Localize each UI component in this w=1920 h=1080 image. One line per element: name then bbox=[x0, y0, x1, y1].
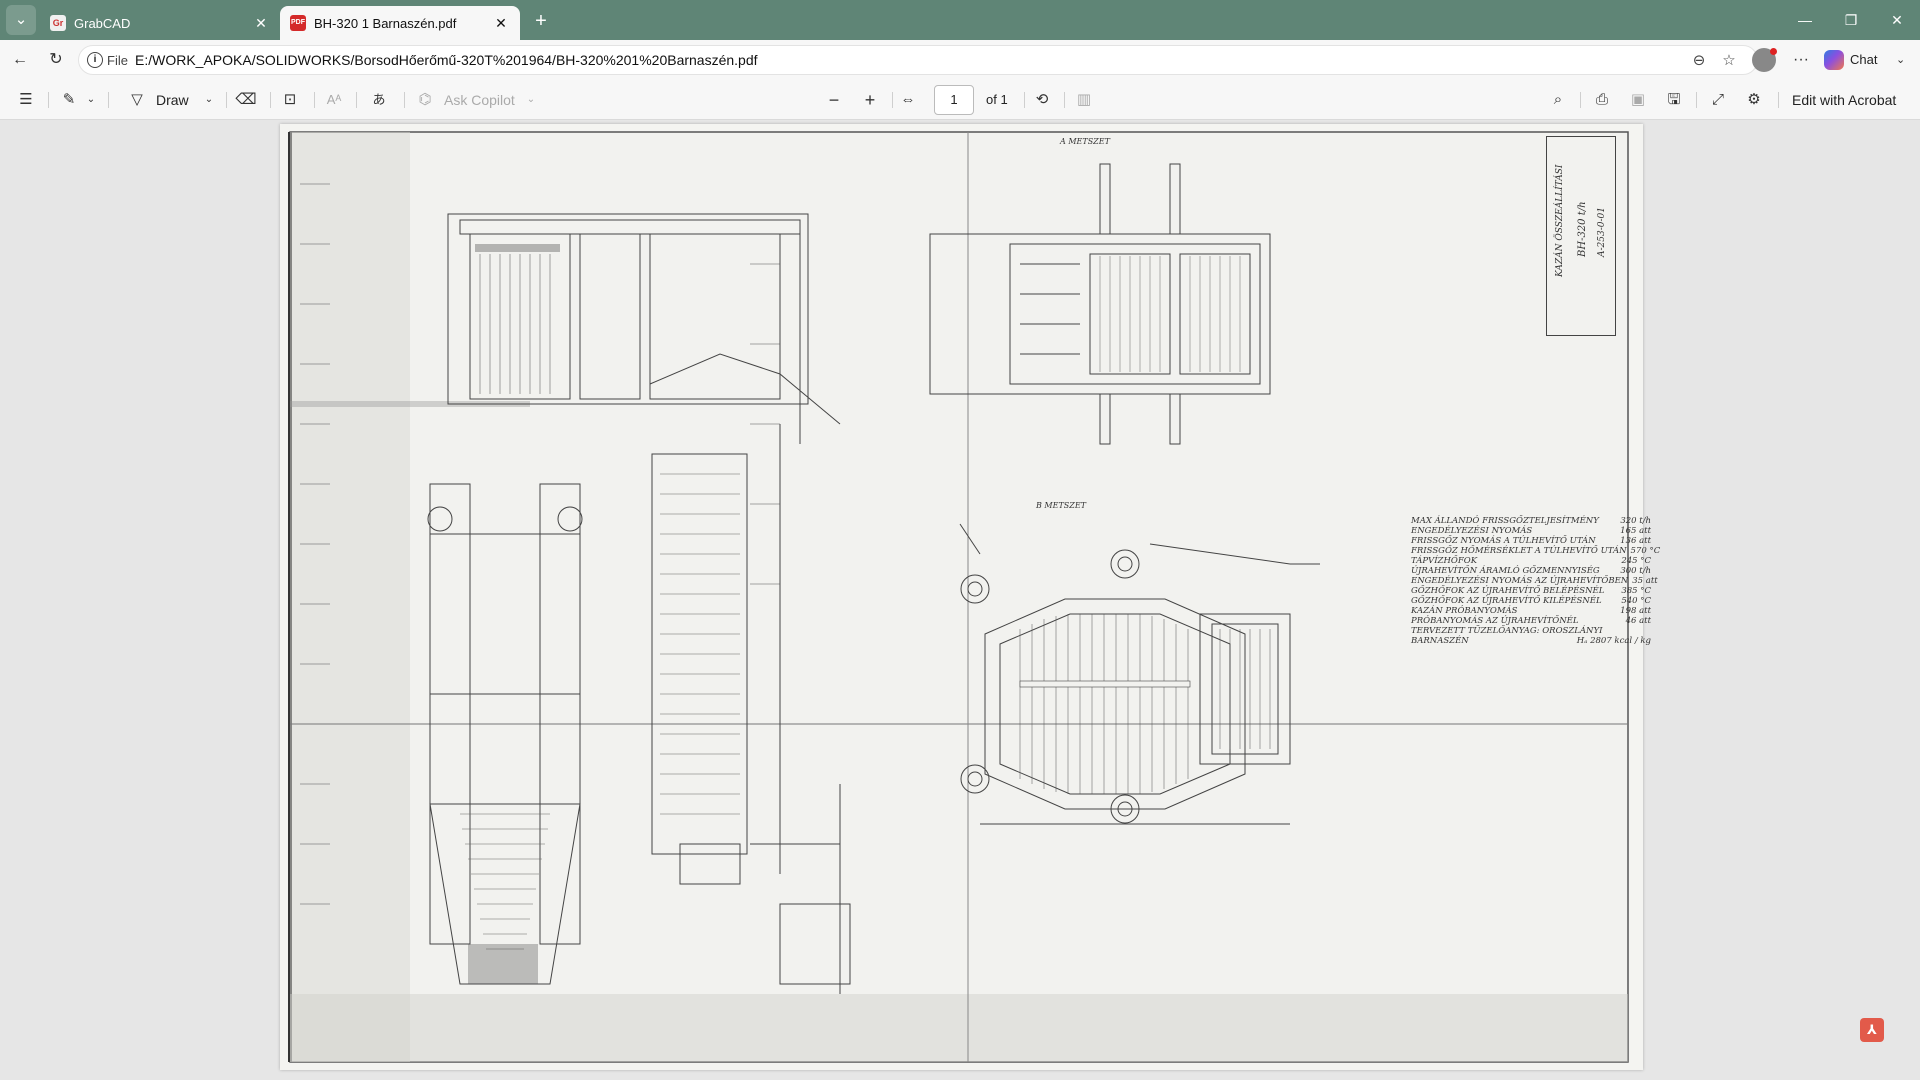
spec-row: BARNASZÉN Hₐ 2807 kcal / kg bbox=[1411, 636, 1651, 646]
close-window-button[interactable]: ✕ bbox=[1874, 0, 1920, 40]
divider bbox=[356, 92, 357, 108]
technical-specs-table: MAX ÁLLANDÓ FRISSGŐZTELJESÍTMÉNY 320 t/h … bbox=[1411, 516, 1661, 646]
ask-copilot-button[interactable]: Ask Copilot bbox=[444, 88, 515, 112]
close-icon[interactable]: ✕ bbox=[252, 14, 270, 32]
text-box-icon[interactable]: ⊡ bbox=[278, 88, 302, 112]
url-text[interactable]: E:/WORK_APOKA/SOLIDWORKS/BorsodHőerőmű-3… bbox=[135, 52, 758, 68]
close-icon[interactable]: ✕ bbox=[492, 14, 510, 32]
highlight-icon[interactable]: ✎ bbox=[58, 88, 80, 112]
divider bbox=[1696, 92, 1697, 108]
spec-row: TÁPVÍZHŐFOK 245 °C bbox=[1411, 556, 1651, 566]
spec-row: GŐZHŐFOK AZ ÚJRAHEVÍTŐ KILÉPÉSNÉL 540 °C bbox=[1411, 596, 1651, 606]
zoom-icon[interactable]: ⊖ bbox=[1689, 51, 1709, 71]
info-icon[interactable]: i bbox=[87, 52, 103, 68]
address-bar[interactable]: i File E:/WORK_APOKA/SOLIDWORKS/BorsodHő… bbox=[78, 45, 1758, 75]
divider bbox=[1778, 92, 1779, 108]
tab-title: BH-320 1 Barnaszén.pdf bbox=[314, 15, 457, 31]
chevron-down-icon[interactable]: ⌄ bbox=[202, 88, 216, 112]
section-a-label: A METSZET bbox=[1060, 137, 1110, 146]
divider bbox=[108, 92, 109, 108]
rotate-icon[interactable]: ⟲ bbox=[1030, 88, 1054, 112]
chat-label: Chat bbox=[1850, 52, 1878, 67]
spec-row: FRISSGŐZ HŐMÉRSÉKLET A TÚLHEVÍTŐ UTÁN 570… bbox=[1411, 546, 1661, 556]
spec-row: PRÓBANYOMÁS AZ ÚJRAHEVÍTŐNÉL 46 att bbox=[1411, 616, 1651, 626]
more-options-button[interactable]: ··· bbox=[1788, 46, 1814, 74]
spec-row: GŐZHŐFOK AZ ÚJRAHEVÍTŐ BELÉPÉSNÉL 385 °C bbox=[1411, 586, 1651, 596]
tab-actions-menu-button[interactable]: ⌄ bbox=[6, 5, 36, 35]
favorite-star-icon[interactable]: ☆ bbox=[1719, 51, 1739, 71]
spec-row: FRISSGŐZ NYOMÁS A TÚLHEVÍTŐ UTÁN 136 att bbox=[1411, 536, 1651, 546]
tab-strip: ⌄ Gr GrabCAD ✕ PDF BH-320 1 Barnaszén.pd… bbox=[0, 0, 1920, 40]
copilot-icon bbox=[1824, 50, 1844, 70]
reload-button[interactable]: ↻ bbox=[42, 46, 70, 74]
read-aloud-icon[interactable]: Aᴬ bbox=[322, 88, 346, 112]
copilot-chat-button[interactable]: Chat bbox=[1824, 46, 1900, 74]
chevron-down-icon[interactable]: ⌄ bbox=[84, 88, 98, 112]
pdf-favicon-icon: PDF bbox=[290, 15, 306, 31]
section-b-label: B METSZET bbox=[1036, 501, 1087, 510]
pdf-toolbar: ☰ ✎ ⌄ ▽ Draw ⌄ ⌫ ⊡ Aᴬ あ ⌬ Ask Copilot ⌄ … bbox=[0, 80, 1920, 120]
draw-button[interactable]: Draw bbox=[156, 88, 189, 112]
acrobat-icon[interactable]: ⅄ bbox=[1860, 1018, 1884, 1042]
edit-with-acrobat-button[interactable]: Edit with Acrobat bbox=[1792, 88, 1896, 112]
search-icon[interactable]: ⌕ bbox=[1546, 88, 1570, 112]
title-block-name: KAZÁN ÖSSZEÁLLÍTÁSI bbox=[1555, 164, 1565, 277]
scheme-label: File bbox=[107, 53, 128, 68]
translate-icon[interactable]: あ bbox=[366, 88, 392, 112]
back-button[interactable]: ← bbox=[6, 46, 34, 74]
full-screen-icon[interactable]: ⤢ bbox=[1706, 88, 1730, 112]
zoom-in-icon[interactable]: + bbox=[858, 88, 882, 112]
eraser-icon[interactable]: ⌫ bbox=[234, 88, 258, 112]
tab-grabcad[interactable]: Gr GrabCAD ✕ bbox=[40, 6, 280, 40]
divider bbox=[270, 92, 271, 108]
minimize-button[interactable]: — bbox=[1782, 0, 1828, 40]
drawing-title-block: KAZÁN ÖSSZEÁLLÍTÁSI BH-320 t/h A-253-0-0… bbox=[1546, 136, 1616, 336]
divider bbox=[1064, 92, 1065, 108]
spec-row: TERVEZETT TÜZELŐANYAG: OROSZLÁNYI bbox=[1411, 626, 1603, 636]
spec-row: ENGEDÉLYEZÉSI NYOMÁS AZ ÚJRAHEVÍTŐBEN 35 … bbox=[1411, 576, 1658, 586]
draw-icon[interactable]: ▽ bbox=[126, 88, 148, 112]
navigation-bar: ← ↻ i File E:/WORK_APOKA/SOLIDWORKS/Bors… bbox=[0, 40, 1920, 80]
print-icon[interactable]: ⎙ bbox=[1590, 88, 1614, 112]
tab-pdf[interactable]: PDF BH-320 1 Barnaszén.pdf ✕ bbox=[280, 6, 520, 40]
tab-title: GrabCAD bbox=[74, 15, 131, 31]
pdf-page: KAZÁN ÖSSZEÁLLÍTÁSI BH-320 t/h A-253-0-0… bbox=[280, 124, 1660, 1070]
pdf-viewer-canvas[interactable]: KAZÁN ÖSSZEÁLLÍTÁSI BH-320 t/h A-253-0-0… bbox=[3, 121, 1914, 1076]
chevron-down-icon[interactable]: ⌄ bbox=[1896, 46, 1905, 74]
divider bbox=[1024, 92, 1025, 108]
copilot-outline-icon[interactable]: ⌬ bbox=[414, 88, 436, 112]
spec-row: ÚJRAHEVÍTŐN ÁRAMLÓ GŐZMENNYISÉG 300 t/h bbox=[1411, 566, 1651, 576]
fit-to-width-icon[interactable]: ⇔ bbox=[896, 88, 920, 112]
divider bbox=[48, 92, 49, 108]
page-number-input[interactable]: 1 bbox=[934, 85, 974, 115]
new-tab-button[interactable]: + bbox=[528, 8, 554, 34]
spec-row: ENGEDÉLYEZÉSI NYOMÁS 165 att bbox=[1411, 526, 1651, 536]
title-block-number: A-253-0-01 bbox=[1597, 207, 1607, 257]
title-block-text: BH-320 t/h bbox=[1577, 201, 1588, 257]
notification-dot bbox=[1770, 48, 1777, 55]
spec-row: KAZÁN PRÓBANYOMÁS 198 att bbox=[1411, 606, 1651, 616]
spec-row: MAX ÁLLANDÓ FRISSGŐZTELJESÍTMÉNY 320 t/h bbox=[1411, 516, 1651, 526]
settings-gear-icon[interactable]: ⚙ bbox=[1742, 88, 1766, 112]
divider bbox=[404, 92, 405, 108]
divider bbox=[226, 92, 227, 108]
divider bbox=[1580, 92, 1581, 108]
restore-button[interactable]: ❐ bbox=[1828, 0, 1874, 40]
page-count-label: of 1 bbox=[986, 92, 1008, 107]
page-view-icon[interactable]: ▥ bbox=[1072, 88, 1096, 112]
divider bbox=[892, 92, 893, 108]
grabcad-favicon-icon: Gr bbox=[50, 15, 66, 31]
divider bbox=[314, 92, 315, 108]
save-as-icon[interactable]: 🖫 bbox=[1662, 88, 1686, 112]
chevron-down-icon[interactable]: ⌄ bbox=[524, 88, 538, 112]
contents-list-icon[interactable]: ☰ bbox=[14, 88, 38, 112]
save-icon[interactable]: ▣ bbox=[1626, 88, 1650, 112]
zoom-out-icon[interactable]: − bbox=[822, 88, 846, 112]
